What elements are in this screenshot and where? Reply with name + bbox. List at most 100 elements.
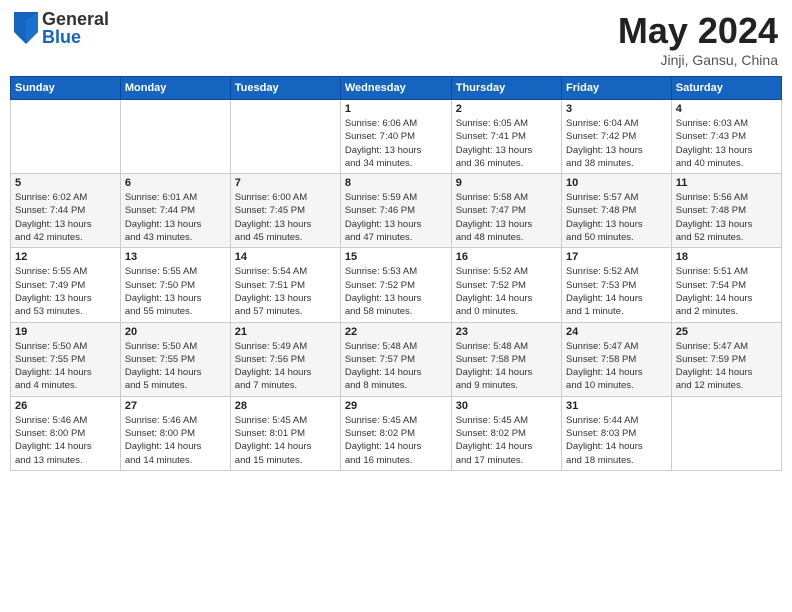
day-info: Sunrise: 5:45 AM Sunset: 8:01 PM Dayligh…	[235, 414, 336, 467]
day-number: 24	[566, 326, 667, 338]
day-info: Sunrise: 5:50 AM Sunset: 7:55 PM Dayligh…	[125, 340, 226, 393]
calendar-day-cell: 10 Sunrise: 5:57 AM Sunset: 7:48 PM Dayli…	[562, 174, 672, 248]
calendar-day-cell: 22 Sunrise: 5:48 AM Sunset: 7:57 PM Dayli…	[340, 322, 451, 396]
calendar-day-cell: 14 Sunrise: 5:54 AM Sunset: 7:51 PM Dayli…	[230, 248, 340, 322]
page-header: General Blue May 2024 Jinji, Gansu, Chin…	[10, 10, 782, 68]
weekday-header: Friday	[562, 77, 672, 100]
calendar-day-cell: 31 Sunrise: 5:44 AM Sunset: 8:03 PM Dayli…	[562, 396, 672, 470]
calendar-day-cell: 7 Sunrise: 6:00 AM Sunset: 7:45 PM Daylig…	[230, 174, 340, 248]
day-number: 13	[125, 251, 226, 263]
day-number: 19	[15, 326, 116, 338]
day-info: Sunrise: 5:48 AM Sunset: 7:57 PM Dayligh…	[345, 340, 447, 393]
day-info: Sunrise: 5:54 AM Sunset: 7:51 PM Dayligh…	[235, 265, 336, 318]
day-info: Sunrise: 6:06 AM Sunset: 7:40 PM Dayligh…	[345, 117, 447, 170]
day-number: 31	[566, 400, 667, 412]
day-number: 29	[345, 400, 447, 412]
calendar-day-cell: 12 Sunrise: 5:55 AM Sunset: 7:49 PM Dayli…	[11, 248, 121, 322]
day-number: 11	[676, 177, 777, 189]
calendar-day-cell: 15Sunrise: 5:53 AM Sunset: 7:52 PM Dayli…	[340, 248, 451, 322]
calendar-day-cell	[11, 100, 121, 174]
title-block: May 2024 Jinji, Gansu, China	[618, 10, 778, 68]
calendar-day-cell: 19 Sunrise: 5:50 AM Sunset: 7:55 PM Dayli…	[11, 322, 121, 396]
logo: General Blue	[14, 10, 109, 46]
day-number: 14	[235, 251, 336, 263]
calendar-day-cell: 28 Sunrise: 5:45 AM Sunset: 8:01 PM Dayli…	[230, 396, 340, 470]
day-info: Sunrise: 5:55 AM Sunset: 7:49 PM Dayligh…	[15, 265, 116, 318]
logo-blue: Blue	[42, 28, 109, 46]
calendar-day-cell: 1 Sunrise: 6:06 AM Sunset: 7:40 PM Daylig…	[340, 100, 451, 174]
day-number: 20	[125, 326, 226, 338]
day-info: Sunrise: 5:47 AM Sunset: 7:58 PM Dayligh…	[566, 340, 667, 393]
day-number: 16	[456, 251, 557, 263]
weekday-header: Monday	[120, 77, 230, 100]
calendar-week-row: 12 Sunrise: 5:55 AM Sunset: 7:49 PM Dayli…	[11, 248, 782, 322]
day-number: 10	[566, 177, 667, 189]
day-number: 18	[676, 251, 777, 263]
day-info: Sunrise: 6:01 AM Sunset: 7:44 PM Dayligh…	[125, 191, 226, 244]
day-info: Sunrise: 5:50 AM Sunset: 7:55 PM Dayligh…	[15, 340, 116, 393]
day-number: 9	[456, 177, 557, 189]
day-number: 1	[345, 103, 447, 115]
day-info: Sunrise: 5:49 AM Sunset: 7:56 PM Dayligh…	[235, 340, 336, 393]
day-number: 25	[676, 326, 777, 338]
day-info: Sunrise: 5:48 AM Sunset: 7:58 PM Dayligh…	[456, 340, 557, 393]
day-info: Sunrise: 5:59 AM Sunset: 7:46 PM Dayligh…	[345, 191, 447, 244]
calendar-day-cell: 18 Sunrise: 5:51 AM Sunset: 7:54 PM Dayli…	[671, 248, 781, 322]
day-number: 7	[235, 177, 336, 189]
day-number: 21	[235, 326, 336, 338]
calendar-day-cell: 13Sunrise: 5:55 AM Sunset: 7:50 PM Dayli…	[120, 248, 230, 322]
day-number: 22	[345, 326, 447, 338]
calendar-day-cell: 11 Sunrise: 5:56 AM Sunset: 7:48 PM Dayli…	[671, 174, 781, 248]
weekday-header: Tuesday	[230, 77, 340, 100]
calendar-day-cell: 24 Sunrise: 5:47 AM Sunset: 7:58 PM Dayli…	[562, 322, 672, 396]
day-info: Sunrise: 5:44 AM Sunset: 8:03 PM Dayligh…	[566, 414, 667, 467]
day-info: Sunrise: 5:56 AM Sunset: 7:48 PM Dayligh…	[676, 191, 777, 244]
logo-icon	[14, 12, 38, 44]
calendar-day-cell: 5Sunrise: 6:02 AM Sunset: 7:44 PM Daylig…	[11, 174, 121, 248]
calendar-day-cell	[671, 396, 781, 470]
calendar-day-cell: 29 Sunrise: 5:45 AM Sunset: 8:02 PM Dayli…	[340, 396, 451, 470]
calendar-day-cell: 25 Sunrise: 5:47 AM Sunset: 7:59 PM Dayli…	[671, 322, 781, 396]
calendar-day-cell	[120, 100, 230, 174]
calendar-week-row: 19 Sunrise: 5:50 AM Sunset: 7:55 PM Dayli…	[11, 322, 782, 396]
calendar-day-cell: 8 Sunrise: 5:59 AM Sunset: 7:46 PM Daylig…	[340, 174, 451, 248]
day-info: Sunrise: 5:57 AM Sunset: 7:48 PM Dayligh…	[566, 191, 667, 244]
day-number: 12	[15, 251, 116, 263]
day-info: Sunrise: 6:00 AM Sunset: 7:45 PM Dayligh…	[235, 191, 336, 244]
day-number: 8	[345, 177, 447, 189]
calendar-day-cell: 4Sunrise: 6:03 AM Sunset: 7:43 PM Daylig…	[671, 100, 781, 174]
day-info: Sunrise: 5:45 AM Sunset: 8:02 PM Dayligh…	[456, 414, 557, 467]
calendar-table: SundayMondayTuesdayWednesdayThursdayFrid…	[10, 76, 782, 471]
day-number: 2	[456, 103, 557, 115]
calendar-day-cell: 30Sunrise: 5:45 AM Sunset: 8:02 PM Dayli…	[451, 396, 561, 470]
calendar-day-cell	[230, 100, 340, 174]
day-info: Sunrise: 5:47 AM Sunset: 7:59 PM Dayligh…	[676, 340, 777, 393]
weekday-header-row: SundayMondayTuesdayWednesdayThursdayFrid…	[11, 77, 782, 100]
day-number: 5	[15, 177, 116, 189]
calendar-day-cell: 9Sunrise: 5:58 AM Sunset: 7:47 PM Daylig…	[451, 174, 561, 248]
location-subtitle: Jinji, Gansu, China	[618, 52, 778, 68]
calendar-day-cell: 6 Sunrise: 6:01 AM Sunset: 7:44 PM Daylig…	[120, 174, 230, 248]
day-info: Sunrise: 6:05 AM Sunset: 7:41 PM Dayligh…	[456, 117, 557, 170]
day-number: 17	[566, 251, 667, 263]
day-info: Sunrise: 5:52 AM Sunset: 7:52 PM Dayligh…	[456, 265, 557, 318]
calendar-day-cell: 16 Sunrise: 5:52 AM Sunset: 7:52 PM Dayli…	[451, 248, 561, 322]
day-info: Sunrise: 6:03 AM Sunset: 7:43 PM Dayligh…	[676, 117, 777, 170]
calendar-day-cell: 20 Sunrise: 5:50 AM Sunset: 7:55 PM Dayli…	[120, 322, 230, 396]
calendar-day-cell: 17Sunrise: 5:52 AM Sunset: 7:53 PM Dayli…	[562, 248, 672, 322]
day-number: 26	[15, 400, 116, 412]
day-info: Sunrise: 5:53 AM Sunset: 7:52 PM Dayligh…	[345, 265, 447, 318]
day-number: 28	[235, 400, 336, 412]
calendar-day-cell: 21 Sunrise: 5:49 AM Sunset: 7:56 PM Dayli…	[230, 322, 340, 396]
day-number: 23	[456, 326, 557, 338]
logo-text: General Blue	[42, 10, 109, 46]
day-number: 6	[125, 177, 226, 189]
day-info: Sunrise: 5:45 AM Sunset: 8:02 PM Dayligh…	[345, 414, 447, 467]
calendar-day-cell: 2 Sunrise: 6:05 AM Sunset: 7:41 PM Daylig…	[451, 100, 561, 174]
calendar-day-cell: 27Sunrise: 5:46 AM Sunset: 8:00 PM Dayli…	[120, 396, 230, 470]
day-info: Sunrise: 5:51 AM Sunset: 7:54 PM Dayligh…	[676, 265, 777, 318]
logo-general: General	[42, 10, 109, 28]
weekday-header: Saturday	[671, 77, 781, 100]
calendar-week-row: 26Sunrise: 5:46 AM Sunset: 8:00 PM Dayli…	[11, 396, 782, 470]
weekday-header: Thursday	[451, 77, 561, 100]
